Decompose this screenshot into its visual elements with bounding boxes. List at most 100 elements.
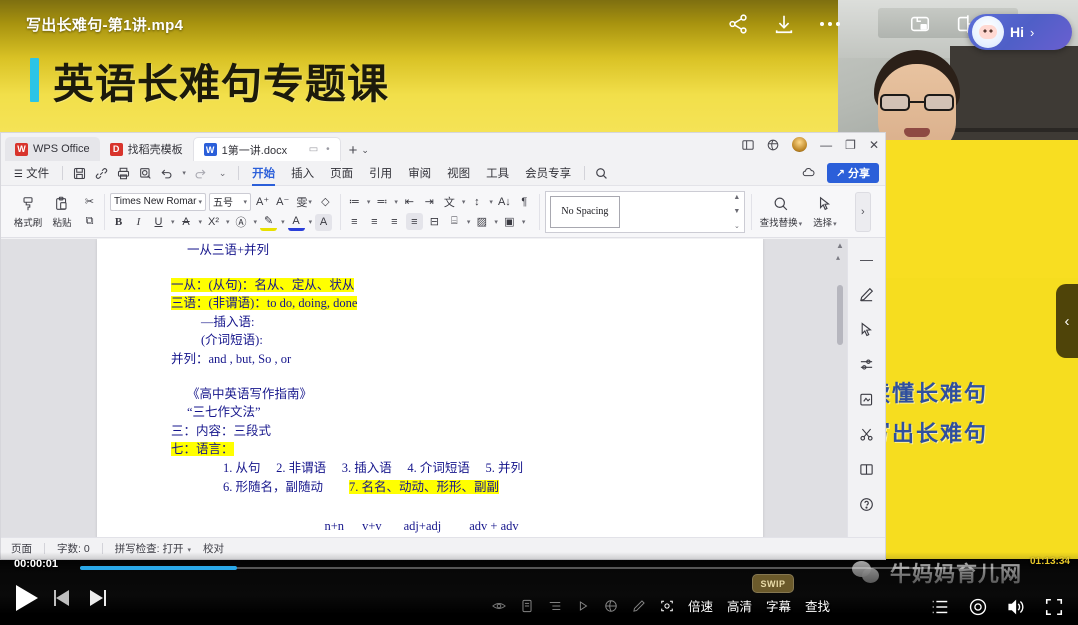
file-menu[interactable]: ☰ 文件 (7, 163, 56, 183)
volume-icon[interactable] (1006, 597, 1026, 617)
ribbon-tab-member[interactable]: 会员专享 (518, 163, 578, 183)
play-small-icon[interactable] (576, 599, 590, 613)
fullscreen-icon[interactable] (1044, 597, 1064, 617)
picture-in-picture-icon[interactable] (908, 12, 932, 36)
asian-layout-button[interactable]: 文 (441, 193, 458, 210)
document-scrollbar[interactable]: ▲ ▴ (835, 241, 845, 555)
paste-button[interactable]: 粘贴 (45, 194, 79, 229)
numbering-dropdown-icon[interactable]: ▾ (394, 198, 398, 206)
ribbon-tab-review[interactable]: 审阅 (401, 163, 438, 183)
scroll-page-up-icon[interactable]: ▴ (836, 253, 840, 262)
highlight-dropdown-icon[interactable]: ▾ (281, 218, 285, 226)
sort-button[interactable]: A↓ (496, 193, 513, 210)
scroll-up-icon[interactable]: ▲ (836, 241, 844, 250)
tab-comment-icon[interactable]: ▭ (309, 144, 318, 155)
next-button[interactable] (88, 588, 106, 608)
pinyin-guide-button[interactable]: 雯 ▾ (294, 193, 314, 210)
scrollbar-thumb[interactable] (837, 285, 843, 345)
book-icon[interactable] (857, 459, 877, 479)
new-tab-button[interactable]: + ⌄ (349, 142, 369, 161)
align-center-button[interactable]: ≡ (366, 213, 383, 230)
pen-icon[interactable] (632, 599, 646, 613)
note-icon[interactable] (520, 599, 534, 613)
share-icon[interactable] (726, 12, 750, 36)
align-right-button[interactable]: ≡ (386, 213, 403, 230)
screenshot-icon[interactable] (660, 599, 674, 613)
print-icon[interactable] (113, 164, 133, 182)
scissors-icon[interactable] (857, 424, 877, 444)
show-marks-button[interactable]: ¶ (516, 193, 533, 210)
globe-icon[interactable] (604, 599, 618, 613)
ribbon-tab-view[interactable]: 视图 (440, 163, 477, 183)
numbering-button[interactable]: ≕ (373, 193, 390, 210)
document-page[interactable]: 一从三语+并列 一从：(从句)：名从、定从、状从 三语：(非谓语)：to do,… (97, 239, 763, 559)
outline-icon[interactable] (548, 599, 562, 613)
tab-docer-template[interactable]: D 找稻壳模板 (99, 137, 193, 161)
font-size-select[interactable]: 五号 ▾ (209, 192, 251, 211)
ribbon-tab-insert[interactable]: 插入 (284, 163, 321, 183)
progress-bar[interactable] (80, 566, 1002, 570)
multilevel-list-button[interactable]: ⌸ (446, 213, 463, 230)
playlist-icon[interactable] (930, 597, 950, 617)
align-justify-button[interactable]: ≡ (405, 213, 423, 230)
cut-icon[interactable]: ✂ (81, 193, 98, 210)
tab-document-1[interactable]: W 1第一讲.docx ▭ • (192, 137, 341, 161)
grow-font-button[interactable]: A⁺ (254, 193, 271, 210)
style-gallery[interactable]: No Spacing ▲ ▼ ⌄ (544, 190, 745, 233)
user-greeting-badge[interactable]: Hi › (968, 14, 1072, 50)
customize-quick-access-icon[interactable]: ⌄ (212, 164, 232, 182)
restore-button[interactable]: ❐ (845, 138, 856, 152)
subtitle-button[interactable]: 字幕 (766, 596, 791, 615)
ribbon-tab-page[interactable]: 页面 (323, 163, 360, 183)
line-spacing-dropdown-icon[interactable]: ▾ (489, 198, 493, 206)
download-icon[interactable] (772, 12, 796, 36)
increase-indent-button[interactable]: ⇥ (421, 193, 438, 210)
find-replace-button[interactable]: 查找替换▾ (757, 194, 805, 229)
speed-button[interactable]: 倍速 (688, 596, 713, 615)
strikethrough-dropdown-icon[interactable]: ▾ (199, 218, 203, 226)
highlight-color-button[interactable]: ✎ (260, 214, 278, 231)
undo-icon[interactable] (157, 164, 177, 182)
minimize-button[interactable]: — (820, 138, 832, 152)
quality-button[interactable]: 高清 (727, 596, 752, 615)
asian-layout-dropdown-icon[interactable]: ▾ (462, 198, 466, 206)
ribbon-tab-home[interactable]: 开始 (245, 163, 282, 186)
underline-dropdown-icon[interactable]: ▾ (171, 218, 175, 226)
bold-button[interactable]: B (110, 214, 127, 231)
superscript-button[interactable]: X² (205, 214, 222, 231)
print-preview-icon[interactable] (135, 164, 155, 182)
style-no-spacing[interactable]: No Spacing (549, 195, 620, 228)
shrink-font-button[interactable]: A⁻ (274, 193, 291, 210)
format-painter-button[interactable]: 格式刷 (11, 194, 45, 229)
multilevel-dropdown-icon[interactable]: ▾ (467, 218, 471, 226)
minus-icon[interactable]: — (857, 249, 877, 269)
strikethrough-button[interactable]: A (178, 214, 195, 231)
user-avatar-icon[interactable] (792, 137, 808, 152)
help-icon[interactable] (857, 494, 877, 514)
search-icon[interactable] (591, 164, 611, 182)
shading-button[interactable]: ▨ (473, 213, 490, 230)
close-button[interactable]: ✕ (869, 138, 879, 152)
select-button[interactable]: 选择▾ (805, 194, 845, 229)
clear-format-button[interactable]: ◇ (317, 193, 334, 210)
play-button[interactable] (16, 585, 38, 611)
chevron-down-icon[interactable]: ⌄ (361, 145, 369, 156)
style-scroll-down-icon[interactable]: ▼ (733, 208, 740, 215)
tab-close-icon[interactable]: • (326, 144, 330, 155)
style-gallery-scroll[interactable]: ▲ ▼ ⌄ (731, 193, 743, 231)
char-shading-button[interactable]: A (315, 213, 333, 231)
decrease-indent-button[interactable]: ⇤ (401, 193, 418, 210)
cursor-icon[interactable] (857, 319, 877, 339)
borders-button[interactable]: ▣ (501, 213, 518, 230)
font-color-button[interactable]: A (287, 214, 305, 231)
collapse-panel-button[interactable]: ‹ (1056, 284, 1078, 358)
target-icon[interactable] (968, 597, 988, 617)
char-border-button[interactable]: Ⓐ (233, 214, 250, 231)
split-view-icon[interactable] (742, 139, 754, 151)
eye-icon[interactable] (492, 599, 506, 613)
pen-icon[interactable] (857, 284, 877, 304)
superscript-dropdown-icon[interactable]: ▾ (226, 218, 230, 226)
redo-icon[interactable] (190, 164, 210, 182)
ribbon-tab-reference[interactable]: 引用 (362, 163, 399, 183)
align-left-button[interactable]: ≡ (346, 213, 363, 230)
